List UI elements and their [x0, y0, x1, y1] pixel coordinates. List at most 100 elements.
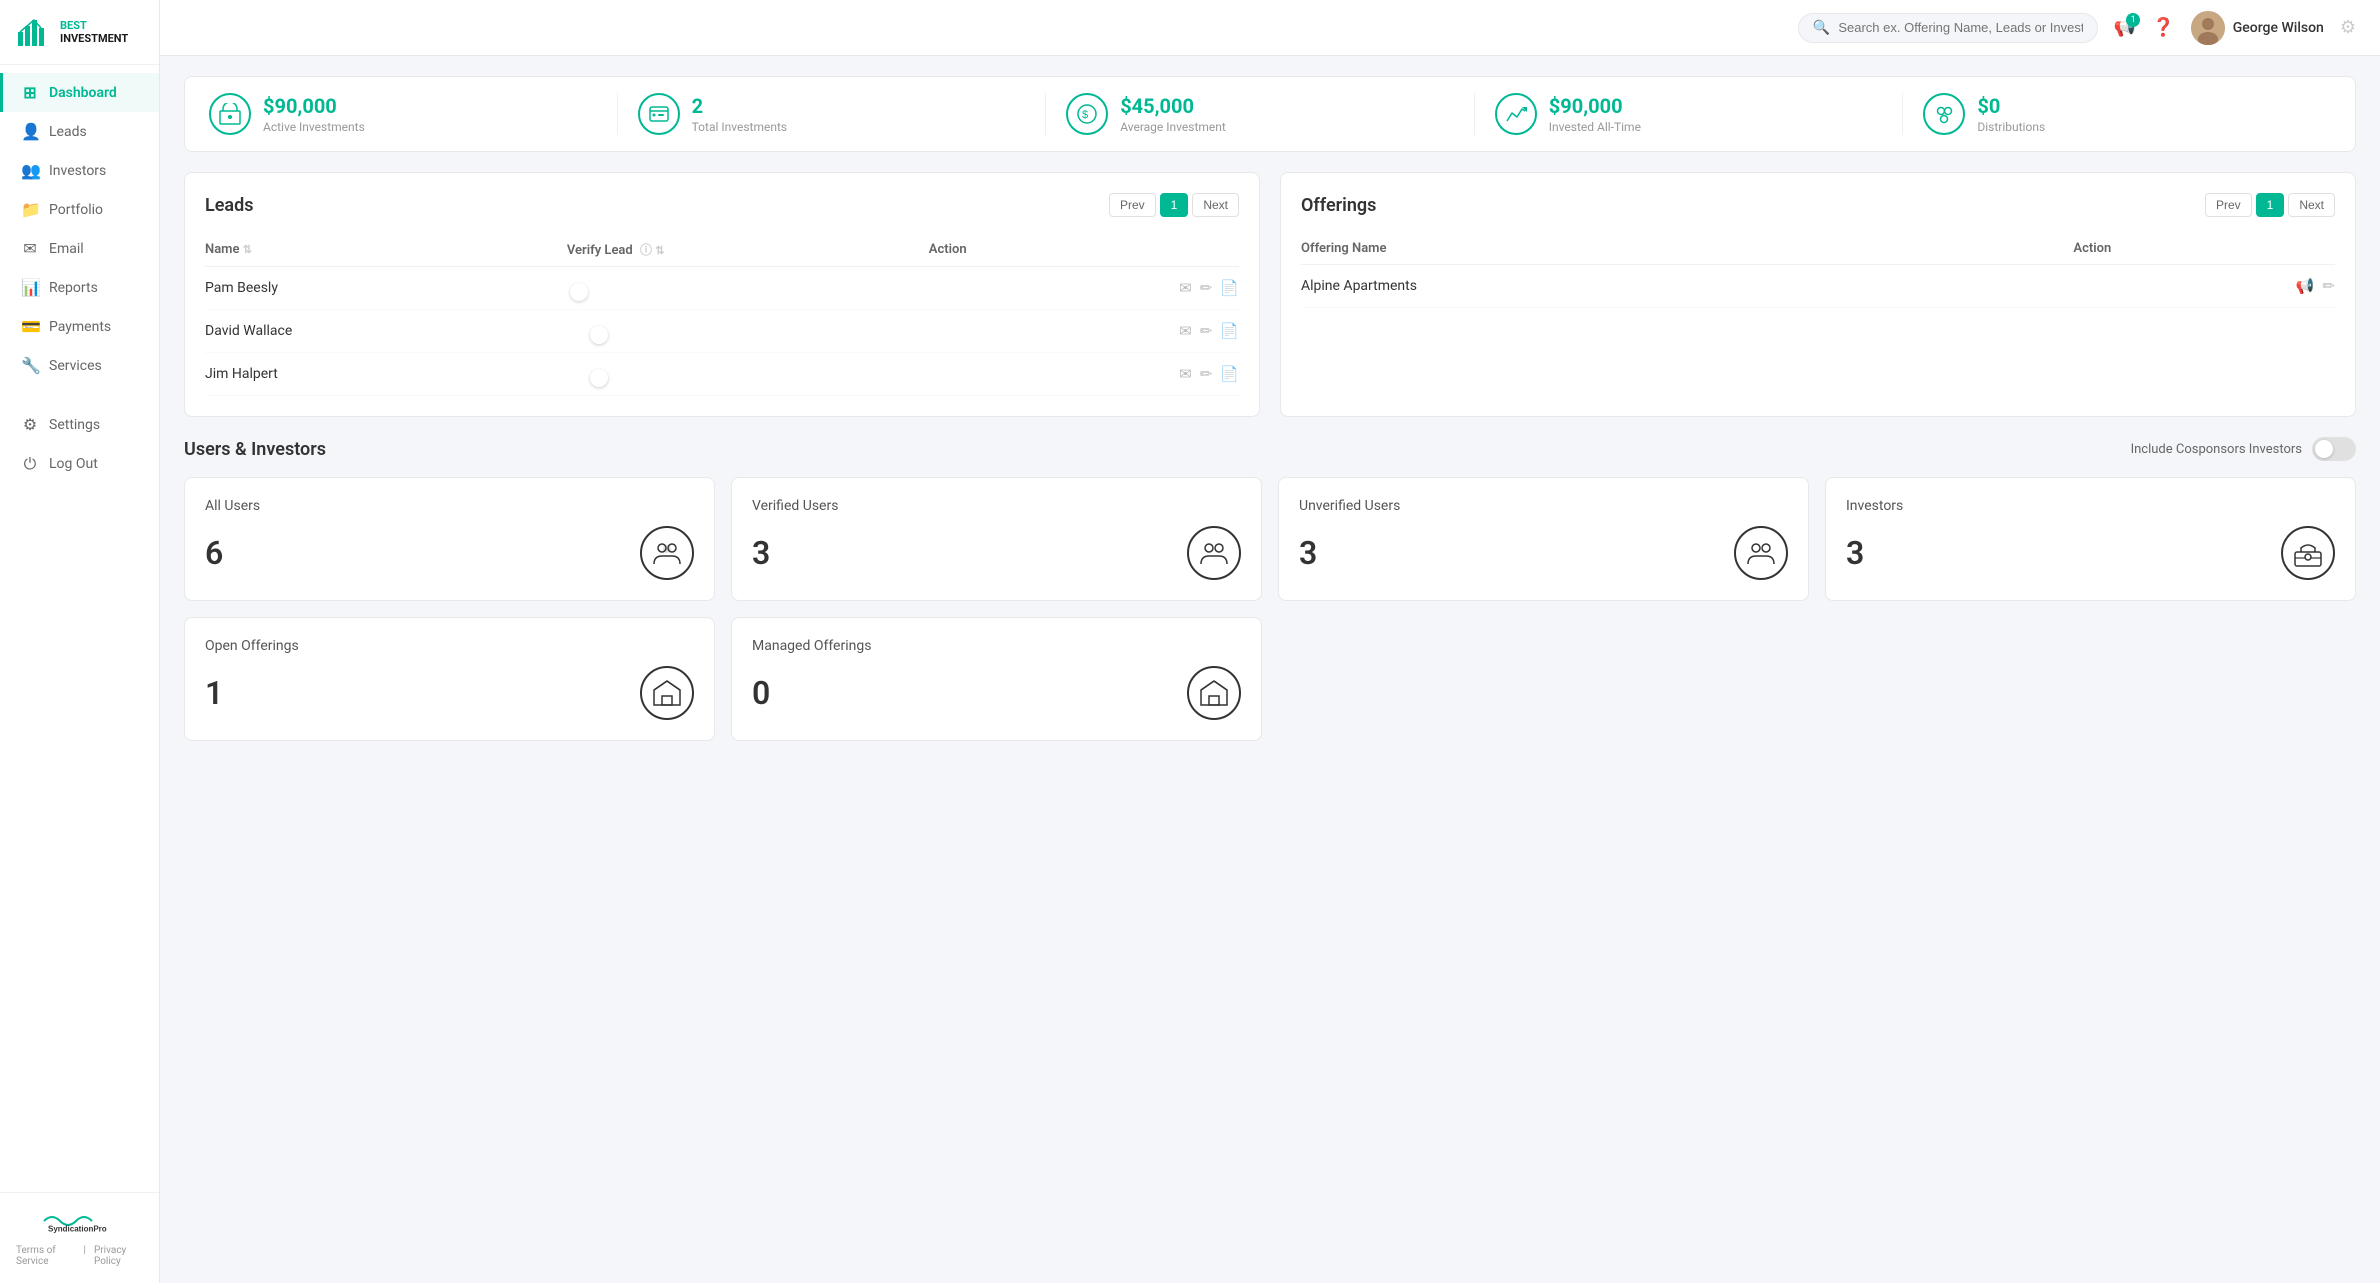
managed-offerings-card[interactable]: Managed Offerings 0 [731, 617, 1262, 741]
svg-text:$: $ [1082, 109, 1088, 121]
cosponsors-toggle[interactable] [2312, 437, 2356, 461]
edit-action-icon[interactable]: ✏ [1200, 365, 1213, 383]
offerings-next-button[interactable]: Next [2288, 193, 2335, 217]
edit-action-icon[interactable]: ✏ [1200, 279, 1213, 297]
megaphone-action-icon[interactable]: 📢 [2296, 277, 2315, 295]
user-profile[interactable]: George Wilson [2191, 11, 2324, 45]
offerings-panel-header: Offerings Prev 1 Next [1301, 193, 2335, 217]
syndication-logo: SyndicationPro [16, 1209, 143, 1237]
terms-link[interactable]: Terms of Service [16, 1245, 76, 1267]
active-investments-value: $90,000 [263, 94, 365, 118]
sidebar-item-dashboard[interactable]: ⊞ Dashboard [0, 73, 159, 112]
empty-card-1 [1278, 617, 1809, 741]
offerings-panel-title: Offerings [1301, 195, 1376, 216]
search-input[interactable] [1838, 20, 2083, 35]
name-sort-icon[interactable]: ⇅ [243, 243, 252, 256]
open-offerings-icon [640, 666, 694, 720]
sidebar-item-settings[interactable]: ⚙ Settings [0, 405, 159, 444]
offering-actions: 📢 ✏ [2073, 277, 2335, 295]
email-action-icon[interactable]: ✉ [1179, 279, 1192, 297]
verified-users-card[interactable]: Verified Users 3 [731, 477, 1262, 601]
reports-icon: 📊 [21, 278, 39, 297]
managed-offerings-title: Managed Offerings [752, 638, 1241, 654]
unverified-users-icon [1734, 526, 1788, 580]
all-users-count: 6 [205, 534, 223, 572]
sidebar-footer: SyndicationPro Terms of Service | Privac… [0, 1192, 159, 1283]
all-users-icon [640, 526, 694, 580]
sidebar-item-label: Leads [49, 124, 87, 140]
edit-offering-icon[interactable]: ✏ [2322, 277, 2335, 295]
lead-verify-toggle [567, 353, 929, 396]
open-offerings-body: 1 [205, 666, 694, 720]
leads-col-name: Name ⇅ [205, 233, 567, 267]
notification-icon[interactable]: 📢 1 [2114, 17, 2136, 38]
table-row: Alpine Apartments 📢 ✏ [1301, 265, 2335, 308]
main-content: 🔍 📢 1 ❓ George Wilson ⚙ [160, 0, 2380, 1283]
leads-panel: Leads Prev 1 Next Name ⇅ [184, 172, 1260, 417]
investors-card[interactable]: Investors 3 [1825, 477, 2356, 601]
sidebar-item-reports[interactable]: 📊 Reports [0, 268, 159, 307]
investors-body: 3 [1846, 526, 2335, 580]
help-icon[interactable]: ❓ [2152, 17, 2174, 38]
verify-sort-icon[interactable]: ⇅ [655, 244, 664, 257]
leads-icon: 👤 [21, 122, 39, 141]
offerings-table: Offering Name Action Alpine Apartments [1301, 233, 2335, 308]
leads-col-verify: Verify Lead ⓘ ⇅ [567, 233, 929, 267]
active-investments-icon [209, 93, 251, 135]
svg-text:SyndicationPro: SyndicationPro [48, 1224, 107, 1233]
stat-invested-all-time: $90,000 Invested All-Time [1475, 93, 1904, 135]
services-icon: 🔧 [21, 356, 39, 375]
sidebar-item-payments[interactable]: 💳 Payments [0, 307, 159, 346]
document-action-icon[interactable]: 📄 [1220, 322, 1239, 340]
leads-page-1-button[interactable]: 1 [1160, 193, 1189, 217]
leads-prev-button[interactable]: Prev [1109, 193, 1156, 217]
total-investments-label: Total Investments [692, 120, 788, 134]
lead-verify-toggle [567, 310, 929, 353]
offerings-panel: Offerings Prev 1 Next Offering Name [1280, 172, 2356, 417]
all-users-card[interactable]: All Users 6 [184, 477, 715, 601]
user-name: George Wilson [2233, 20, 2324, 36]
search-box[interactable]: 🔍 [1798, 13, 2098, 43]
distributions-icon [1923, 93, 1965, 135]
users-investors-section: Users & Investors Include Cosponsors Inv… [184, 437, 2356, 741]
sidebar-item-label: Dashboard [49, 85, 117, 101]
sidebar-item-leads[interactable]: 👤 Leads [0, 112, 159, 151]
lead-actions-jim: ✉ ✏ 📄 [929, 365, 1239, 383]
include-cosponsors: Include Cosponsors Investors [2131, 437, 2356, 461]
privacy-link[interactable]: Privacy Policy [94, 1245, 143, 1267]
stat-active-investments: $90,000 Active Investments [209, 93, 618, 135]
unverified-users-card[interactable]: Unverified Users 3 [1278, 477, 1809, 601]
user-settings-icon[interactable]: ⚙ [2340, 17, 2356, 38]
open-offerings-card[interactable]: Open Offerings 1 [184, 617, 715, 741]
offerings-prev-button[interactable]: Prev [2205, 193, 2252, 217]
empty-card-2 [1825, 617, 2356, 741]
include-cosponsors-label: Include Cosponsors Investors [2131, 442, 2302, 457]
sidebar-item-portfolio[interactable]: 📁 Portfolio [0, 190, 159, 229]
dashboard-icon: ⊞ [21, 83, 39, 102]
managed-offerings-icon [1187, 666, 1241, 720]
document-action-icon[interactable]: 📄 [1220, 365, 1239, 383]
leads-panel-title: Leads [205, 195, 253, 216]
unverified-users-count: 3 [1299, 534, 1317, 572]
distributions-value: $0 [1977, 94, 2045, 118]
document-action-icon[interactable]: 📄 [1220, 279, 1239, 297]
logo-text: BESTINVESTMENT [60, 19, 128, 45]
verify-info-icon[interactable]: ⓘ [640, 243, 652, 257]
sidebar-item-email[interactable]: ✉ Email [0, 229, 159, 268]
edit-action-icon[interactable]: ✏ [1200, 322, 1213, 340]
unverified-users-title: Unverified Users [1299, 498, 1788, 514]
offering-col-name: Offering Name [1301, 233, 2073, 265]
unverified-users-body: 3 [1299, 526, 1788, 580]
leads-next-button[interactable]: Next [1192, 193, 1239, 217]
sidebar-item-services[interactable]: 🔧 Services [0, 346, 159, 385]
email-action-icon[interactable]: ✉ [1179, 365, 1192, 383]
email-action-icon[interactable]: ✉ [1179, 322, 1192, 340]
sidebar-item-logout[interactable]: ⏻ Log Out [0, 444, 159, 484]
sidebar-item-investors[interactable]: 👥 Investors [0, 151, 159, 190]
table-row: Pam Beesly ✉ ✏ [205, 267, 1239, 310]
invested-all-time-value: $90,000 [1549, 94, 1641, 118]
invested-all-time-icon [1495, 93, 1537, 135]
offerings-page-1-button[interactable]: 1 [2256, 193, 2285, 217]
topbar-icons: 📢 1 ❓ [2114, 17, 2175, 38]
lead-verify-toggle [567, 267, 929, 310]
